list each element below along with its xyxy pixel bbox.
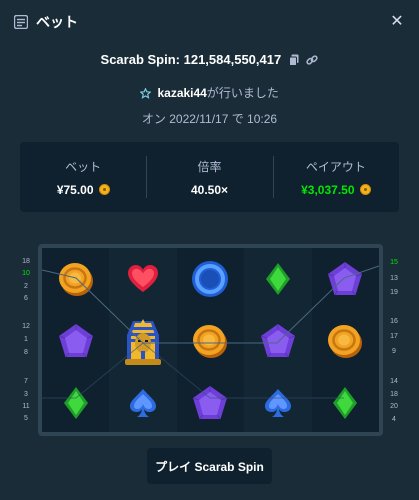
reel-3	[177, 248, 244, 432]
payline-number: 1	[24, 336, 28, 343]
stat-payout: ペイアウト ¥3,037.50	[272, 142, 399, 212]
reel-4	[244, 248, 312, 433]
bet-id-line: Scarab Spin: 121,584,550,417	[0, 52, 419, 69]
bet-stats-panel: ベット ¥75.00 倍率 40.50× ペイアウト ¥3,037.50	[20, 142, 399, 212]
payline-number: 16	[390, 318, 398, 325]
stat-bet: ベット ¥75.00	[20, 142, 146, 212]
payline-number: 4	[392, 416, 396, 423]
payline-number: 9	[392, 348, 396, 355]
coin-symbol-icon	[312, 311, 379, 371]
payline-number: 8	[24, 349, 28, 356]
currency-coin-icon	[98, 184, 110, 195]
payline-number: 13	[390, 275, 398, 282]
spade-symbol-icon	[244, 373, 311, 433]
spade-symbol-icon	[109, 373, 176, 433]
heart-symbol-icon	[109, 249, 176, 309]
pentagon-symbol-icon	[42, 311, 109, 371]
reel-1	[42, 248, 109, 432]
placed-by-suffix: が行いました	[206, 86, 279, 100]
pharaoh-symbol-icon	[109, 311, 176, 371]
placed-by-line: kazaki44が行いました	[0, 84, 419, 102]
stat-multiplier-value: 40.50×	[190, 182, 229, 197]
bet-id-text: Scarab Spin: 121,584,550,417	[100, 52, 282, 67]
payline-number: 15	[390, 259, 398, 266]
slot-board	[38, 244, 383, 436]
reel-5	[312, 248, 379, 432]
payline-number: 20	[390, 403, 398, 410]
stat-multiplier: 倍率 40.50×	[146, 142, 272, 212]
payline-number: 14	[390, 378, 398, 385]
payline-number: 3	[24, 391, 28, 398]
stat-multiplier-label: 倍率	[197, 159, 222, 174]
play-game-button[interactable]: プレイ Scarab Spin	[147, 448, 272, 484]
modal-title: ベット	[36, 14, 78, 30]
payline-number: 19	[390, 289, 398, 296]
pentagon-symbol-icon	[312, 249, 379, 309]
payline-number: 12	[22, 323, 30, 330]
coin-symbol-icon	[42, 249, 109, 309]
payline-number: 7	[24, 378, 28, 385]
payline-numbers-right: 15 13 19 16 17 9 14 18 20 4	[388, 0, 400, 500]
payline-number: 11	[22, 403, 30, 410]
reel-2	[109, 248, 177, 433]
payline-number: 6	[24, 295, 28, 302]
currency-coin-icon	[359, 184, 371, 195]
payline-number: 18	[22, 258, 30, 265]
modal-header: ベット	[0, 0, 419, 44]
ring-symbol-icon	[177, 249, 244, 309]
payline-number: 17	[390, 333, 398, 340]
stat-bet-value: ¥75.00	[57, 183, 110, 197]
link-icon[interactable]	[306, 54, 319, 69]
payline-number: 10	[22, 270, 30, 277]
pentagon-symbol-icon	[177, 373, 244, 433]
diamond-symbol-icon	[42, 373, 109, 433]
stat-bet-label: ベット	[65, 159, 102, 174]
payline-number: 5	[24, 415, 28, 422]
stat-payout-label: ペイアウト	[305, 159, 366, 174]
stat-bet-amount: ¥75.00	[56, 182, 94, 197]
pentagon-symbol-icon	[244, 311, 311, 371]
copy-icon[interactable]	[288, 54, 299, 69]
diamond-symbol-icon	[312, 373, 379, 433]
stat-payout-amount: ¥3,037.50	[301, 182, 355, 197]
payline-number: 18	[390, 391, 398, 398]
payline-numbers-left: 18 10 2 6 12 1 8 7 3 11 5	[20, 0, 32, 500]
payline-number: 2	[24, 283, 28, 290]
diamond-symbol-icon	[244, 249, 311, 309]
star-icon	[139, 87, 152, 102]
username[interactable]: kazaki44	[157, 86, 206, 100]
bet-date: オン 2022/11/17 で 10:26	[141, 112, 278, 126]
stat-payout-value: ¥3,037.50	[301, 182, 371, 197]
coin-symbol-icon	[177, 311, 244, 371]
